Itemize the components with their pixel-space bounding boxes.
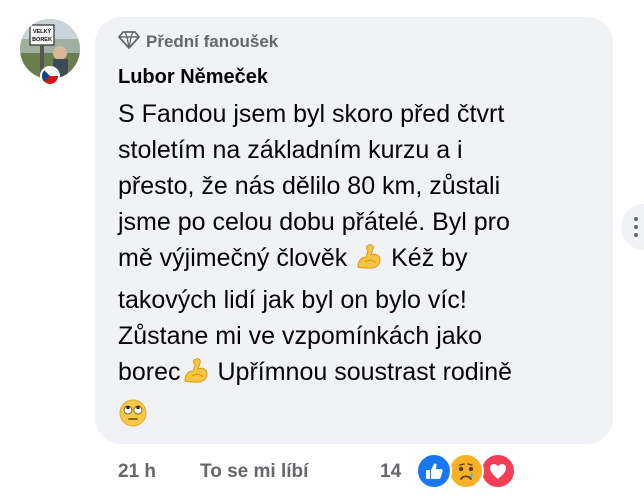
flexed-biceps-emoji [181, 356, 211, 396]
comment-line: takových lidí jak byl on bylo víc! [118, 286, 467, 314]
comment-footer: 21 h To se mi líbí 14 [118, 458, 401, 486]
flexed-biceps-emoji [354, 242, 384, 282]
rolling-eyes-emoji [118, 398, 148, 438]
like-reaction-icon [416, 453, 452, 489]
comment-line [118, 396, 596, 438]
comment-line: stoletím na základním kurzu a i [118, 136, 463, 164]
timestamp-link[interactable]: 21 h [118, 461, 200, 483]
sad-reaction-icon [448, 453, 484, 489]
comment-line: Zůstane mi ve vzpomínkách jako [118, 322, 483, 350]
svg-text:VELKÝ: VELKÝ [33, 28, 52, 35]
top-fan-badge[interactable]: Přední fanoušek [118, 30, 279, 54]
reactions-summary[interactable] [412, 453, 516, 489]
love-reaction-icon [480, 453, 516, 489]
like-button[interactable]: To se mi líbí [200, 461, 380, 483]
comment-line: jsme po celou dobu přátelé. Byl pro [118, 208, 510, 236]
reaction-count[interactable]: 14 [380, 461, 401, 483]
comment-line: borec Upřímnou soustrast rodině [118, 354, 596, 396]
czech-flag-icon [40, 66, 60, 86]
author-name[interactable]: Lubor Němeček [118, 66, 268, 89]
comment-line: mě výjimečný člověk Kéž by [118, 240, 596, 282]
comment-line: přesto, že nás dělilo 80 km, zůstali [118, 172, 501, 200]
more-dot-icon [634, 225, 638, 229]
comment-line-part: mě výjimečný člověk [118, 244, 348, 272]
more-dot-icon [634, 217, 638, 221]
more-dot-icon [634, 233, 638, 237]
top-fan-label: Přední fanoušek [146, 32, 279, 51]
more-options-button[interactable] [621, 204, 644, 250]
comment-line-part: borec [118, 358, 181, 386]
svg-text:BOREK: BOREK [32, 37, 52, 43]
diamond-icon [118, 30, 140, 54]
comment-line-part: Upřímnou soustrast rodině [210, 358, 513, 386]
comment-line: S Fandou jsem byl skoro před čtvrt [118, 100, 505, 128]
comment-line-part: Kéž by [384, 244, 468, 272]
comment-text: S Fandou jsem byl skoro před čtvrt stole… [118, 96, 596, 438]
